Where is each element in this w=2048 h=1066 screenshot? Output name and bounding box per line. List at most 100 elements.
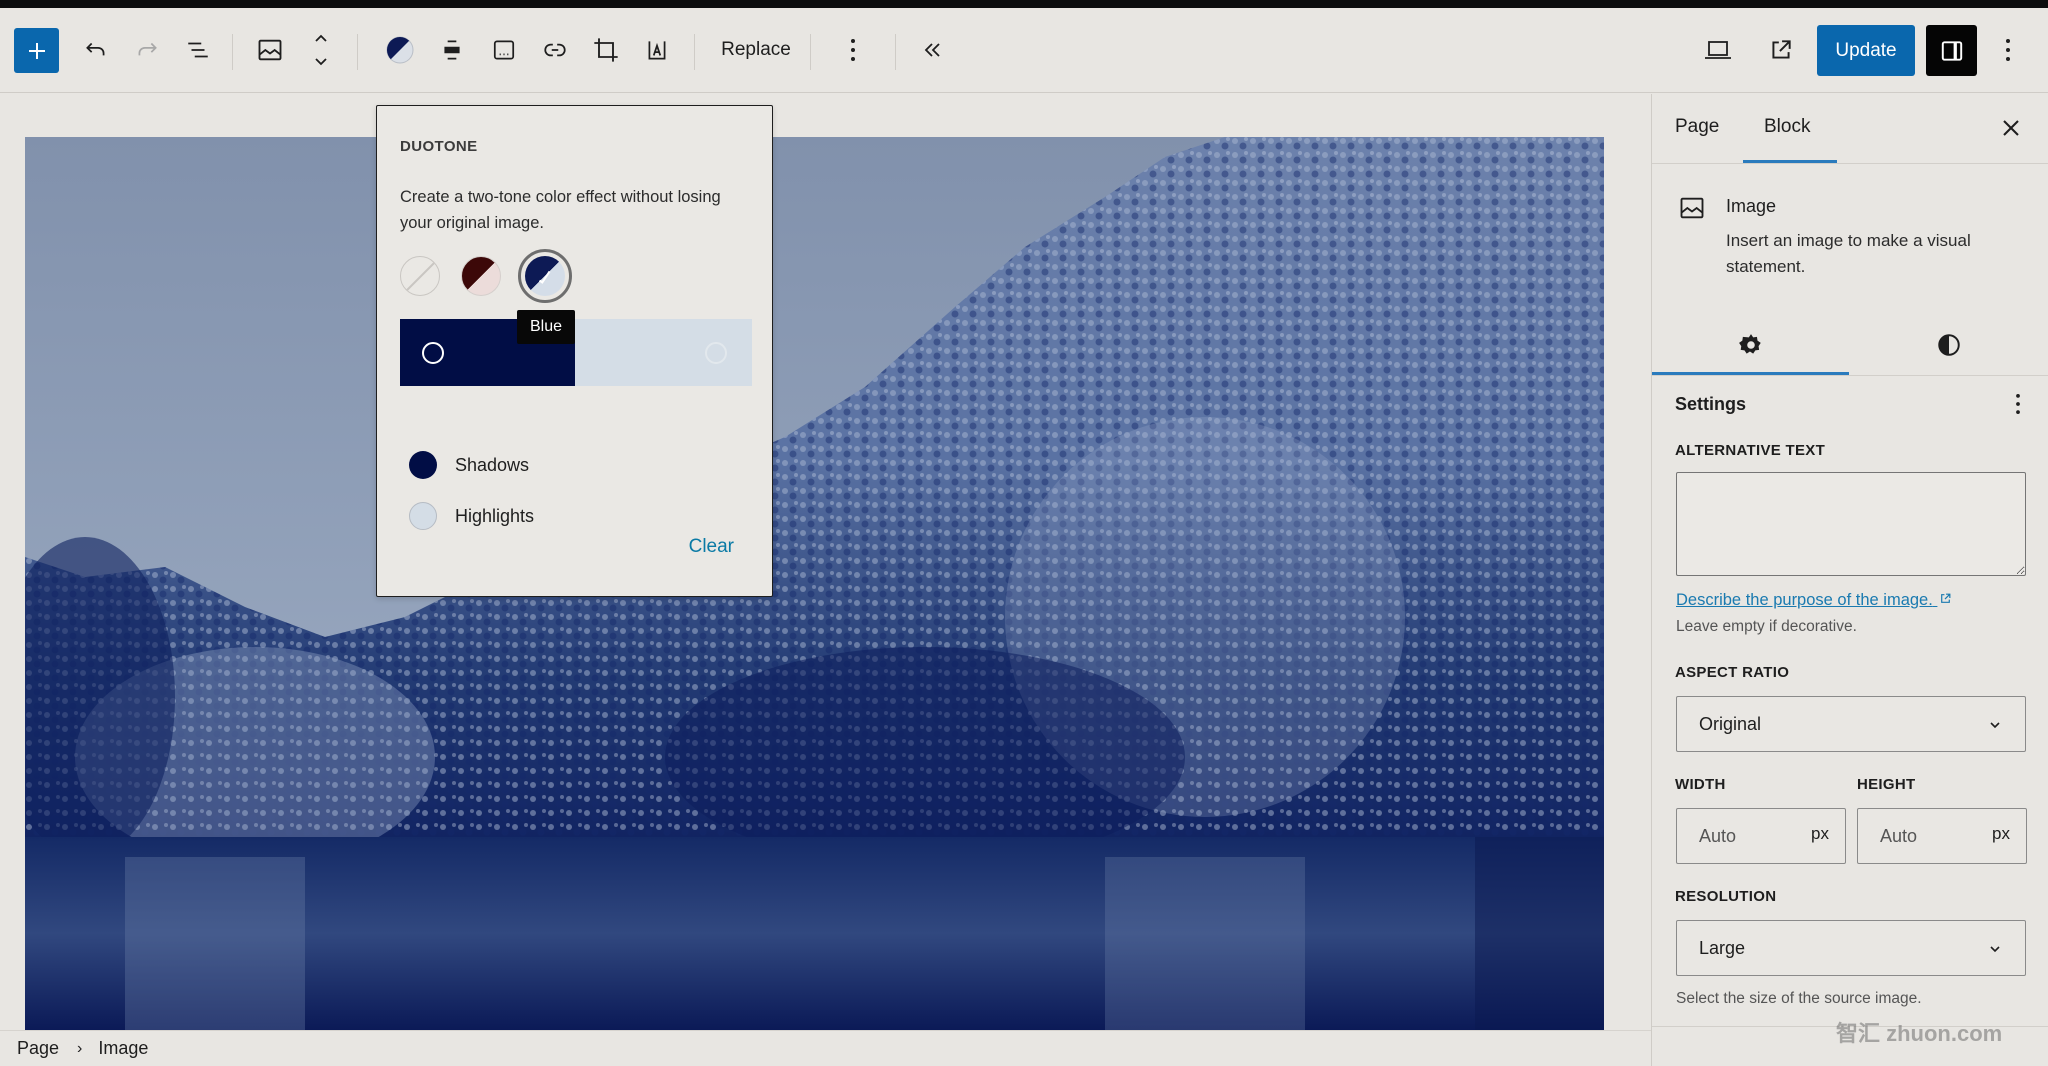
move-block-button[interactable] bbox=[299, 28, 343, 72]
resolution-select[interactable]: Large bbox=[1676, 920, 2026, 976]
settings-sidebar: Page Block Image Insert an image to make… bbox=[1651, 94, 2048, 1066]
alt-text-help: Leave empty if decorative. bbox=[1676, 618, 1857, 635]
duotone-popover: DUOTONE Create a two-tone color effect w… bbox=[376, 105, 773, 597]
highlights-label: Highlights bbox=[455, 505, 535, 526]
chevron-right-icon: › bbox=[77, 1039, 83, 1057]
text-overlay-icon bbox=[648, 41, 666, 60]
check-icon bbox=[525, 256, 565, 296]
duotone-landscape-image bbox=[25, 137, 1604, 1030]
collapse-icon bbox=[924, 43, 940, 57]
caption-button[interactable] bbox=[482, 28, 526, 72]
block-description: Insert an image to make a visual stateme… bbox=[1726, 231, 1971, 276]
settings-heading: Settings bbox=[1675, 394, 1747, 414]
undo-icon bbox=[86, 42, 105, 56]
height-placeholder: Auto bbox=[1880, 825, 1918, 846]
height-input[interactable]: Auto px bbox=[1857, 808, 2027, 864]
aspect-ratio-label: ASPECT RATIO bbox=[1675, 664, 1790, 681]
breadcrumb: Page › Image bbox=[0, 1030, 1651, 1066]
crop-button[interactable] bbox=[584, 28, 628, 72]
external-link-icon bbox=[1772, 40, 1791, 59]
gear-icon bbox=[1738, 334, 1761, 354]
collapse-toolbar-button[interactable] bbox=[911, 28, 955, 72]
duotone-preset-red[interactable] bbox=[461, 256, 501, 296]
close-icon bbox=[2003, 120, 2019, 136]
sidebar-toggle-icon bbox=[1941, 40, 1962, 61]
options-icon bbox=[2006, 39, 2010, 61]
block-options-button[interactable] bbox=[831, 28, 875, 72]
resolution-label: RESOLUTION bbox=[1675, 888, 1777, 905]
tab-styles[interactable] bbox=[1850, 314, 2047, 376]
toolbar-divider bbox=[895, 34, 896, 70]
editor-canvas: DUOTONE Create a two-tone color effect w… bbox=[0, 94, 1651, 1030]
shadow-handle[interactable] bbox=[422, 342, 444, 364]
align-button[interactable] bbox=[430, 28, 474, 72]
link-icon bbox=[544, 43, 566, 57]
replace-button[interactable]: Replace bbox=[708, 28, 804, 72]
close-sidebar-button[interactable] bbox=[1997, 114, 2025, 142]
width-label: WIDTH bbox=[1675, 776, 1726, 793]
shadows-color-option[interactable]: Shadows bbox=[409, 450, 529, 480]
highlight-handle[interactable] bbox=[705, 342, 727, 364]
sidebar-tabs: Page Block bbox=[1652, 94, 2048, 164]
more-vertical-icon bbox=[2016, 393, 2020, 415]
highlights-color-option[interactable]: Highlights bbox=[409, 501, 534, 531]
redo-button[interactable] bbox=[125, 28, 169, 72]
duotone-icon bbox=[386, 36, 414, 64]
options-button[interactable] bbox=[1986, 28, 2030, 72]
add-block-button[interactable] bbox=[14, 28, 59, 73]
shadows-label: Shadows bbox=[455, 454, 530, 475]
link-button[interactable] bbox=[533, 28, 577, 72]
tab-block[interactable]: Block bbox=[1764, 116, 1810, 138]
aspect-ratio-select[interactable]: Original bbox=[1676, 696, 2026, 752]
block-name: Image bbox=[1726, 196, 1777, 216]
width-unit[interactable]: px bbox=[1811, 824, 1829, 844]
resolution-value: Large bbox=[1699, 937, 1746, 958]
duotone-description: Create a two-tone color effect without l… bbox=[400, 188, 721, 232]
text-overlay-button[interactable] bbox=[635, 28, 679, 72]
image-block[interactable] bbox=[25, 137, 1604, 1030]
settings-sidebar-toggle[interactable] bbox=[1926, 25, 1977, 76]
block-inspector-tabs bbox=[1652, 314, 2048, 376]
watermark: 智汇 zhuon.com bbox=[1836, 1021, 2003, 1046]
plus-icon bbox=[28, 42, 45, 59]
list-view-icon bbox=[188, 42, 208, 58]
list-view-button[interactable] bbox=[176, 28, 220, 72]
breadcrumb-item-page[interactable]: Page bbox=[17, 1038, 59, 1059]
alt-text-help-link-text[interactable]: Describe the purpose of the image. bbox=[1676, 591, 1933, 609]
block-type-button[interactable] bbox=[248, 28, 292, 72]
breadcrumb-item-image[interactable]: Image bbox=[98, 1038, 148, 1059]
duotone-preset-blue[interactable] bbox=[525, 256, 565, 296]
move-up-down-icon bbox=[315, 34, 327, 66]
crop-icon bbox=[594, 38, 618, 62]
view-page-button[interactable] bbox=[1759, 28, 1803, 72]
highlights-color-swatch bbox=[409, 502, 437, 530]
aspect-ratio-value: Original bbox=[1699, 713, 1762, 734]
alt-text-input[interactable] bbox=[1676, 472, 2026, 576]
active-tab-indicator bbox=[1743, 160, 1837, 163]
toolbar-divider bbox=[810, 34, 811, 70]
tab-page[interactable]: Page bbox=[1675, 116, 1719, 138]
tab-settings[interactable] bbox=[1652, 314, 1849, 376]
undo-button[interactable] bbox=[74, 28, 118, 72]
align-icon bbox=[444, 40, 460, 60]
image-icon bbox=[258, 39, 282, 61]
duotone-preset-none[interactable] bbox=[400, 256, 440, 296]
toolbar-divider bbox=[357, 34, 358, 70]
preview-desktop-icon bbox=[1705, 41, 1731, 59]
settings-options-button[interactable] bbox=[2004, 390, 2032, 418]
contrast-icon bbox=[1937, 334, 1960, 356]
duotone-button[interactable] bbox=[378, 28, 422, 72]
duotone-gradient-bar[interactable] bbox=[400, 319, 752, 386]
height-label: HEIGHT bbox=[1857, 776, 1916, 793]
external-link-icon bbox=[1941, 593, 1951, 603]
width-input[interactable]: Auto px bbox=[1676, 808, 1846, 864]
alt-text-help-link[interactable]: Describe the purpose of the image. bbox=[1676, 591, 1952, 610]
clear-button[interactable]: Clear bbox=[689, 536, 734, 558]
height-unit[interactable]: px bbox=[1992, 824, 2010, 844]
shadows-color-swatch bbox=[409, 451, 437, 479]
update-button[interactable]: Update bbox=[1817, 25, 1915, 76]
toolbar-divider bbox=[694, 34, 695, 70]
more-options-icon bbox=[851, 39, 855, 61]
preview-button[interactable] bbox=[1696, 28, 1740, 72]
caption-icon bbox=[493, 40, 515, 60]
